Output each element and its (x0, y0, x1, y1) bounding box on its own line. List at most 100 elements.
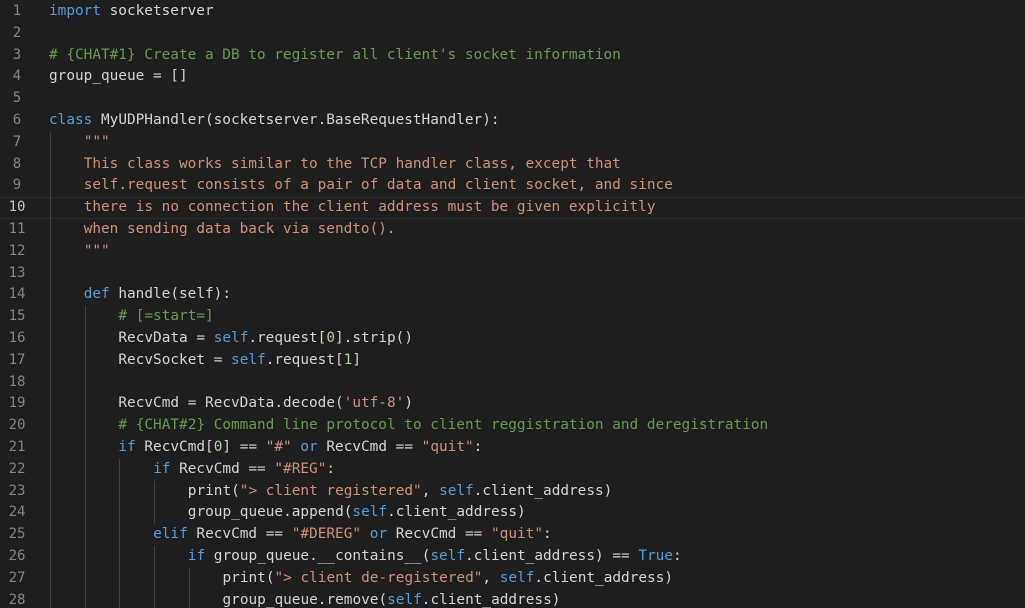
code-token: True (638, 548, 673, 564)
code-token: if (153, 460, 171, 477)
code-token: or (300, 439, 318, 455)
line-number: 10 (8, 199, 26, 216)
line-number: 13 (8, 264, 26, 281)
code-line[interactable]: 25 elif RecvCmd == "#DEREG" or RecvCmd ==… (0, 524, 1025, 546)
line-number: 25 (8, 526, 26, 543)
code-line[interactable]: 15 # [=start=] (0, 306, 1025, 328)
code-line[interactable]: 7 """ (0, 132, 1025, 154)
code-text: class MyUDPHandler(socketserver.BaseRequ… (49, 110, 500, 132)
line-number: 6 (12, 112, 22, 128)
line-number: 9 (12, 177, 22, 194)
code-token: RecvData = (118, 330, 214, 346)
code-token: self (352, 504, 388, 521)
code-line[interactable]: 8 This class works similar to the TCP han… (0, 154, 1025, 176)
code-text: def handle(self): (84, 284, 231, 306)
code-token: self (439, 482, 474, 499)
code-text: RecvData = self.request[0].strip() (118, 328, 413, 350)
code-line[interactable]: 4 group_queue = [] (0, 66, 1025, 88)
code-token: or (369, 526, 388, 543)
code-line[interactable]: 9 self.request consists of a pair of data… (0, 175, 1025, 197)
code-token: if (187, 548, 206, 564)
code-text: RecvCmd = RecvData.decode('utf-8') (118, 393, 413, 415)
line-number: 4 (12, 68, 22, 85)
code-token: "> client registered" (239, 482, 422, 499)
code-text: """ (84, 132, 110, 154)
code-line[interactable]: 16 RecvData = self.request[0].strip() (0, 328, 1025, 350)
line-number: 23 (8, 482, 26, 499)
indent-guide (119, 458, 121, 608)
line-number: 16 (8, 330, 26, 346)
line-number: 15 (8, 308, 26, 325)
code-line[interactable]: 12 """ (0, 241, 1025, 263)
code-token: RecvCmd[ (135, 439, 214, 455)
code-line[interactable]: 19 RecvCmd = RecvData.decode('utf-8') (0, 393, 1025, 415)
code-token: self (430, 548, 466, 564)
code-token: "#" (265, 439, 292, 455)
line-number: 27 (8, 569, 26, 586)
indent-guide (84, 306, 86, 608)
code-token: self (499, 569, 535, 586)
code-text: import socketserver (49, 1, 214, 23)
code-token: This class works similar to the TCP hand… (83, 155, 621, 172)
code-line[interactable]: 2 (0, 23, 1025, 45)
code-token: RecvCmd == (170, 460, 275, 477)
code-token: # {CHAT#1} Create a DB to register all c… (49, 46, 621, 63)
code-text: group_queue.remove(self.client_address) (223, 590, 561, 608)
code-token: # {CHAT#2} Command line protocol to clie… (118, 417, 769, 434)
code-token: """ (83, 242, 110, 259)
code-token: .client_address) (534, 569, 674, 586)
code-token: ) (404, 395, 413, 412)
code-token: there is no connection the client addres… (83, 199, 656, 216)
line-number: 24 (8, 504, 26, 521)
code-token: : (542, 526, 552, 543)
code-line[interactable]: 22 if RecvCmd == "#REG": (0, 459, 1025, 481)
code-line[interactable]: 14 def handle(self): (0, 284, 1025, 306)
code-line[interactable]: 5 (0, 88, 1025, 110)
code-text: """ (84, 241, 110, 263)
code-line[interactable]: 11 when sending data back via sendto(). (0, 219, 1025, 241)
code-line[interactable]: 18 (0, 372, 1025, 394)
code-text: group_queue.append(self.client_address) (188, 502, 526, 524)
code-text: # {CHAT#2} Command line protocol to clie… (118, 415, 768, 437)
code-token: RecvCmd == (187, 526, 292, 543)
line-number: 14 (8, 286, 26, 303)
code-token: "quit" (421, 439, 474, 455)
code-line[interactable]: 21 if RecvCmd[0] == "#" or RecvCmd == "qu… (0, 437, 1025, 459)
code-line[interactable]: 13 (0, 263, 1025, 285)
line-number: 1 (12, 3, 22, 19)
line-number: 28 (8, 591, 26, 608)
code-token: .client_address) (387, 504, 526, 521)
line-number: 21 (8, 439, 26, 455)
code-token: if (118, 439, 136, 455)
code-token: group_queue.append( (187, 504, 353, 521)
code-token: self (213, 330, 249, 346)
code-token: ].strip() (335, 330, 413, 346)
code-token: 'utf-8' (343, 395, 405, 412)
code-text: RecvSocket = self.request[1] (118, 350, 361, 372)
code-token: self (231, 351, 266, 368)
code-token: def (83, 286, 110, 303)
code-token: : (326, 460, 336, 477)
code-line[interactable]: 6 class MyUDPHandler(socketserver.BaseReq… (0, 110, 1025, 132)
indent-guide (154, 480, 156, 525)
code-editor[interactable]: 1 import socketserver 2 3 # {CHAT#1} Create … (0, 0, 1025, 608)
code-token: socketserver (100, 3, 214, 19)
code-token: 0 (326, 330, 336, 346)
line-number: 20 (8, 417, 26, 434)
code-token: handle(self): (109, 286, 231, 303)
code-token: elif (153, 526, 188, 543)
code-token: group_queue.remove( (222, 591, 388, 608)
code-line[interactable]: 17 RecvSocket = self.request[1] (0, 350, 1025, 372)
code-token: : (672, 548, 682, 564)
code-token: RecvCmd == (317, 439, 422, 455)
line-number: 3 (12, 46, 22, 63)
line-number: 5 (12, 90, 22, 107)
code-token: when sending data back via sendto(). (83, 221, 396, 237)
code-line[interactable]: 1 import socketserver (0, 1, 1025, 23)
code-line[interactable]: 3 # {CHAT#1} Create a DB to register all … (0, 45, 1025, 67)
code-line[interactable]: 20 # {CHAT#2} Command line protocol to cl… (0, 415, 1025, 437)
code-token: class (49, 112, 93, 128)
code-token: """ (83, 133, 110, 150)
indent-guide (154, 546, 156, 608)
code-line[interactable]: 10 there is no connection the client addr… (0, 197, 1025, 219)
